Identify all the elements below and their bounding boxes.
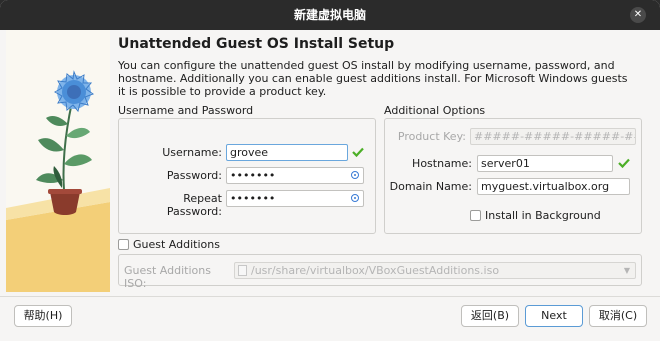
repeat-password-value: ••••••• — [230, 192, 276, 205]
password-input[interactable]: ••••••• — [226, 167, 364, 184]
iso-file-icon — [238, 265, 247, 276]
show-password-eye-icon[interactable] — [351, 171, 359, 179]
dialog-window: 新建虚拟电脑 ✕ Unattended Guest OS Install Set… — [0, 0, 660, 341]
guest-additions-checkbox[interactable] — [118, 239, 129, 250]
username-valid-check-icon — [352, 147, 364, 158]
password-value: ••••••• — [230, 169, 276, 182]
hostname-input[interactable]: server01 — [477, 155, 613, 172]
description-line: it is possible to provide a product key. — [118, 85, 327, 98]
chevron-down-icon: ▼ — [623, 266, 631, 275]
guest-additions-iso-path: /usr/share/virtualbox/VBoxGuestAdditions… — [251, 264, 500, 277]
plant-illustration — [6, 30, 110, 292]
page-heading: Unattended Guest OS Install Setup — [118, 36, 395, 52]
guest-additions-iso-selector: /usr/share/virtualbox/VBoxGuestAdditions… — [234, 262, 636, 279]
description-line: You can configure the unattended guest O… — [118, 59, 615, 72]
window-title: 新建虚拟电脑 — [293, 8, 366, 22]
page-description: You can configure the unattended guest O… — [118, 59, 638, 98]
password-label: Password: — [166, 169, 222, 182]
guest-additions-label: Guest Additions — [133, 238, 220, 251]
title-bar: 新建虚拟电脑 ✕ — [0, 0, 660, 30]
hostname-label: Hostname: — [412, 157, 472, 170]
wizard-illustration — [6, 30, 110, 292]
domain-name-input[interactable]: myguest.virtualbox.org — [477, 178, 630, 195]
repeat-password-input[interactable]: ••••••• — [226, 190, 364, 207]
cancel-button[interactable]: 取消(C) — [589, 305, 647, 327]
product-key-input: #####-#####-#####-#####-##### — [470, 128, 636, 145]
show-repeat-password-eye-icon[interactable] — [351, 194, 359, 202]
install-background-label: Install in Background — [485, 209, 601, 222]
domain-name-label: Domain Name: — [389, 180, 472, 193]
back-button[interactable]: 返回(B) — [461, 305, 519, 327]
description-line: hostname. Additionally you can enable gu… — [118, 72, 628, 85]
username-label: Username: — [162, 146, 222, 159]
repeat-password-label: Repeat Password: — [166, 192, 222, 218]
options-section-label: Additional Options — [384, 104, 486, 117]
hostname-valid-check-icon — [618, 158, 630, 169]
credentials-section-label: Username and Password — [118, 104, 254, 117]
username-input[interactable]: grovee — [226, 144, 348, 161]
install-background-checkbox[interactable] — [470, 210, 481, 221]
guest-additions-iso-label: Guest Additions ISO: — [124, 264, 211, 290]
help-button[interactable]: 帮助(H) — [14, 305, 72, 327]
close-icon: ✕ — [633, 9, 643, 20]
product-key-label: Product Key: — [397, 130, 466, 143]
next-button[interactable]: Next — [525, 305, 583, 327]
close-button[interactable]: ✕ — [630, 7, 646, 23]
